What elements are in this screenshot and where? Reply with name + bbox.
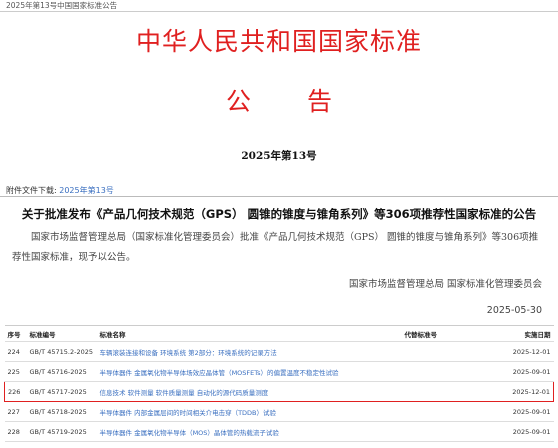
table-row: 227 GB/T 45718-2025 半导体器件 内部金属层间的时间相关介电击… <box>4 401 554 422</box>
row-code: GB/T 45717-2025 <box>26 381 97 402</box>
table-row: 228 GB/T 45719-2025 半导体器件 金属氧化物半导体（MOS）晶… <box>4 421 554 442</box>
row-code: GB/T 45718-2025 <box>26 401 97 422</box>
row-name-link[interactable]: 半导体器件 金属氧化物半导体（MOS）晶体管的热载流子试验 <box>96 421 402 442</box>
row-replaced <box>401 401 494 422</box>
announcement-signature: 国家市场监督管理总局 国家标准化管理委员会 <box>348 279 542 290</box>
attachment-divider <box>0 196 558 197</box>
row-name-link[interactable]: 半导体器件 内部金属层间的时间相关介电击穿（TDDB）试验 <box>96 401 402 422</box>
row-seq: 226 <box>4 381 27 402</box>
row-code: GB/T 45715.2-2025 <box>26 341 97 362</box>
announcement-title: 关于批准发布《产品几何技术规范（GPS） 圆锥的锥度与锥角系列》等306项推荐性… <box>21 207 537 221</box>
row-seq: 227 <box>4 401 27 422</box>
row-impl: 2025-09-01 <box>493 421 554 442</box>
table-row: 225 GB/T 45716-2025 半导体器件 金属氧化物半导体场效应晶体管… <box>4 361 554 382</box>
row-name-link[interactable]: 信息技术 软件测量 软件质量测量 自动化的源代码质量测度 <box>96 381 402 402</box>
topbar-divider <box>0 11 558 12</box>
breadcrumb[interactable]: 2025年第13号中国国家标准公告 <box>6 0 117 11</box>
row-code: GB/T 45716-2025 <box>26 361 97 382</box>
announcement-date: 2025-05-30 <box>486 305 542 316</box>
attachment-download-link[interactable]: 2025年第13号 <box>59 186 114 195</box>
page-title: 中华人民共和国国家标准 <box>135 27 422 56</box>
row-seq: 225 <box>4 361 27 382</box>
row-code: GB/T 45719-2025 <box>26 421 97 442</box>
issue-number: 2025年第13号 <box>241 150 317 162</box>
table-row-highlighted: 226 GB/T 45717-2025 信息技术 软件测量 软件质量测量 自动化… <box>4 381 554 402</box>
col-replaced: 代替标准号 <box>401 325 494 342</box>
row-name-link[interactable]: 车辆滚装连接和设备 环境系统 第2部分：环境系统的记录方法 <box>96 341 402 362</box>
announcement-body: 国家市场监督管理总局（国家标准化管理委员会）批准《产品几何技术规范（GPS） 圆… <box>12 232 539 263</box>
row-seq: 228 <box>4 421 27 442</box>
notice-heading: 公 告 <box>226 87 356 116</box>
row-impl: 2025-12-01 <box>493 341 554 362</box>
row-replaced <box>401 381 494 402</box>
col-code: 标准编号 <box>26 325 97 342</box>
row-replaced <box>401 341 494 362</box>
attachment-label: 附件文件下载: <box>6 186 57 195</box>
row-name-link[interactable]: 半导体器件 金属氧化物半导体场效应晶体管（MOSFETs）的偏置温度不稳定性试验 <box>96 361 402 382</box>
col-seq: 序号 <box>4 325 27 342</box>
attachment-row: 附件文件下载: 2025年第13号 <box>6 185 114 196</box>
topbar: 2025年第13号中国国家标准公告 <box>0 0 558 12</box>
col-name: 标准名称 <box>96 325 402 342</box>
row-seq: 224 <box>4 341 27 362</box>
row-impl: 2025-09-01 <box>493 401 554 422</box>
row-replaced <box>401 361 494 382</box>
row-impl: 2025-09-01 <box>493 361 554 382</box>
row-replaced <box>401 421 494 442</box>
table-header-row: 序号 标准编号 标准名称 代替标准号 实施日期 <box>4 325 554 342</box>
row-impl: 2025-12-01 <box>493 381 554 402</box>
table-row: 224 GB/T 45715.2-2025 车辆滚装连接和设备 环境系统 第2部… <box>4 341 554 362</box>
standards-table: 序号 标准编号 标准名称 代替标准号 实施日期 224 GB/T 45715.2… <box>4 325 554 442</box>
col-impl: 实施日期 <box>493 325 554 342</box>
